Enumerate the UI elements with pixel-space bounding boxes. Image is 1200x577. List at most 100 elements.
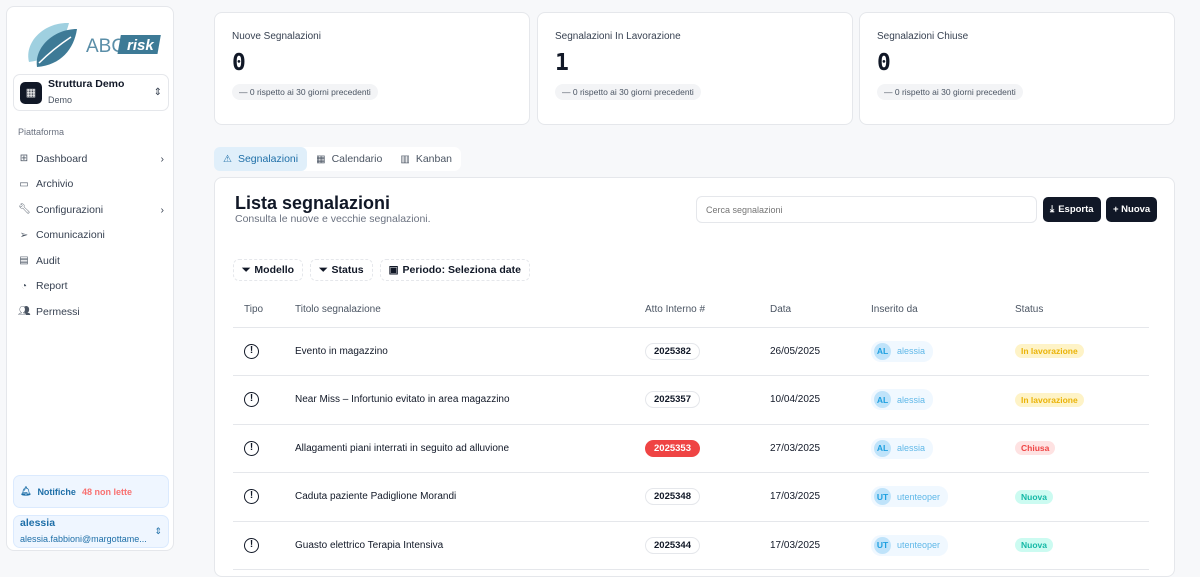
column-header: Data [770,293,871,328]
report-title[interactable]: Guasto elettrico Terapia Intensiva [295,521,645,570]
tab-label: Segnalazioni [237,153,299,165]
sidebar-item-label: Permessi [36,305,80,318]
avatar: UT [874,536,891,554]
sidebar-item-label: Report [36,280,68,293]
tab-kanban[interactable]: ▥ Kanban [391,147,461,171]
org-name: Struttura Demo [48,77,125,90]
new-button[interactable]: + Nuova [1106,197,1158,222]
svg-text:risk: risk [127,37,154,54]
sidebar-item-label: Comunicazioni [36,229,105,242]
sidebar-item-report[interactable]: ◔ Report [13,274,169,300]
user-pill: UT utenteoper [871,534,949,556]
avatar: AL [874,391,891,409]
report-date: 17/03/2025 [770,521,871,570]
alert-circle-icon: ! [244,440,259,456]
tab-label: Calendario [331,153,383,165]
stat-change: — 0 rispetto ai 30 giorni precedenti [877,84,1023,100]
sidebar: ABC risk ▦ Struttura Demo Demo ⇕ Piattafo… [6,6,174,551]
calendar-icon: ▣ [388,264,399,276]
users-icon: 👥︎ [18,306,31,318]
status-badge: Nuova [1015,538,1053,553]
notifications-count: 48 non lette [81,486,132,497]
report-title[interactable]: Allagamenti piani interrati in seguito a… [295,424,645,473]
reports-table: Tipo Titolo segnalazione Atto Interno # Dat… [233,293,1149,570]
chevron-right-icon: › [160,203,165,216]
user-name: utenteoper [897,540,941,551]
page-subtitle: Consulta le nuove e vecchie segnalazioni… [235,213,431,225]
stat-card: Nuove Segnalazioni 0 — 0 rispetto ai 30 gi… [214,12,530,125]
status-badge: In lavorazione [1015,392,1084,407]
stat-change: — 0 rispetto ai 30 giorni precedenti [232,84,378,100]
org-sub: Demo [48,94,73,105]
export-button[interactable]: ⤓ Esporta [1043,197,1101,222]
atto-badge: 2025344 [645,536,700,554]
sidebar-item-label: Audit [36,254,60,267]
column-header: Inserito da [871,293,1015,328]
page-title: Lista segnalazioni [235,193,391,213]
user-pill: UT utenteoper [871,486,949,508]
table-row[interactable]: ! Guasto elettrico Terapia Intensiva 202… [233,521,1149,570]
sidebar-item-configurazioni[interactable]: 🔧︎ Configurazioni › [13,197,169,223]
sidebar-item-label: Archivio [36,178,74,191]
filter-periodo[interactable]: ▣ Periodo: Seleziona date [379,259,530,281]
organization-switcher[interactable]: ▦ Struttura Demo Demo ⇕ [13,74,169,111]
wrench-icon: 🔧︎ [18,204,31,216]
user-name: alessia [897,443,926,454]
stat-title: Nuove Segnalazioni [232,31,321,42]
alert-circle-icon: ! [244,489,259,505]
stat-card: Segnalazioni Chiuse 0 — 0 rispetto ai 30 g… [859,12,1175,125]
user-name: alessia [897,394,926,405]
user-pill: AL alessia [871,340,934,362]
filter-icon: ⏷ [319,263,328,276]
stat-value: 0 [232,50,246,76]
column-header: Status [1015,293,1149,328]
kanban-icon: ▥ [400,153,410,165]
bell-icon: 🔔︎ [20,486,32,496]
filter-label: Periodo: Seleziona date [402,264,521,276]
table-row[interactable]: ! Near Miss – Infortunio evitato in area… [233,375,1149,425]
sidebar-item-label: Configurazioni [36,203,104,216]
filter-status[interactable]: ⏷ Status [310,259,373,281]
tab-calendario[interactable]: ▦ Calendario [307,147,391,171]
chevrons-up-down-icon: ⇕ [154,526,162,536]
clipboard-icon: ▤ [19,255,29,267]
sidebar-section-label: Piattaforma [18,127,65,137]
table-row[interactable]: ! Caduta paziente Padiglione Morandi 202… [233,472,1149,522]
user-menu[interactable]: alessia alessia.fabbioni@margottame... ⇕ [13,515,169,548]
sidebar-item-label: Dashboard [36,152,88,165]
filter-modello[interactable]: ⏷ Modello [233,259,304,281]
report-title[interactable]: Evento in magazzino [295,327,645,376]
user-pill: AL alessia [871,389,934,411]
table-row[interactable]: ! Allagamenti piani interrati in seguito… [233,424,1149,473]
user-name: alessia [20,516,56,529]
dashboard-icon: ⊞ [19,153,29,165]
chevron-right-icon: › [160,152,165,165]
status-badge: Nuova [1015,489,1053,504]
reports-list-card: Lista segnalazioni Consulta le nuove e v… [214,177,1175,577]
notifications-label: Notifiche [37,486,76,497]
sidebar-item-audit[interactable]: ▤ Audit [13,248,169,274]
atto-badge: 2025348 [645,488,700,506]
column-header: Titolo segnalazione [295,293,645,328]
user-email: alessia.fabbioni@margottame... [20,533,147,544]
status-badge: Chiusa [1015,441,1056,456]
siren-icon: ⚠︎ [223,153,232,165]
export-label: Esporta [1058,204,1094,215]
pie-chart-icon: ◔ [20,280,28,292]
avatar: AL [874,439,891,457]
report-title[interactable]: Caduta paziente Padiglione Morandi [295,472,645,522]
sidebar-item-permessi[interactable]: 👥︎ Permessi [13,299,169,325]
notifications-button[interactable]: 🔔︎ Notifiche 48 non lette [13,475,169,508]
report-date: 17/03/2025 [770,472,871,522]
new-label: + Nuova [1113,204,1151,215]
sidebar-item-comunicazioni[interactable]: ➢ Comunicazioni [13,223,169,249]
tab-segnalazioni[interactable]: ⚠︎ Segnalazioni [214,147,308,171]
table-row[interactable]: ! Evento in magazzino 2025382 26/05/2025… [233,327,1149,376]
atto-badge: 2025353 [645,439,700,457]
alert-circle-icon: ! [244,343,259,359]
stat-title: Segnalazioni Chiuse [877,31,969,42]
search-input[interactable] [696,196,1037,223]
sidebar-item-dashboard[interactable]: ⊞ Dashboard › [13,146,169,172]
report-title[interactable]: Near Miss – Infortunio evitato in area m… [295,375,645,425]
sidebar-item-archivio[interactable]: ▭ Archivio [13,172,169,198]
